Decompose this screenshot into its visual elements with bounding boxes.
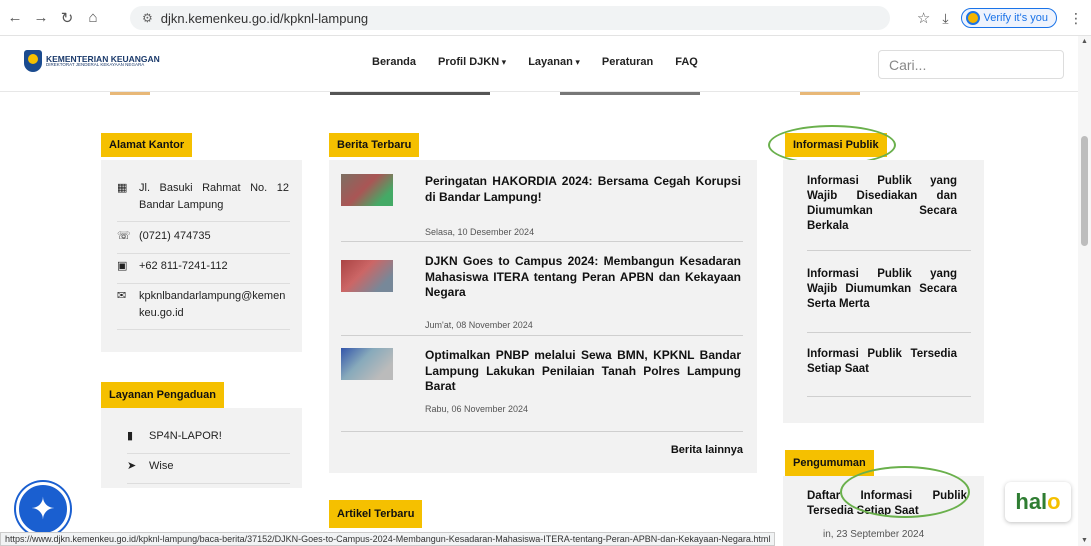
pengumuman-date: in, 23 September 2024 — [823, 529, 925, 540]
address-url: djkn.kemenkeu.go.id/kpknl-lampung — [160, 10, 369, 26]
highlight-oval — [840, 466, 970, 518]
pengaduan-panel: ▮ SP4N-LAPOR! ➤ Wise — [101, 408, 302, 488]
highlight-oval — [768, 125, 896, 165]
news-date: Jum'at, 08 November 2024 — [425, 320, 533, 330]
whatsapp-text: +62 811-7241-112 — [139, 260, 228, 272]
phone-icon: ☏ — [117, 230, 131, 242]
divider — [807, 250, 971, 251]
menu-kebab-icon[interactable]: ⋮ — [1069, 10, 1083, 27]
whatsapp-row: ▣ +62 811-7241-112 — [117, 258, 290, 284]
berita-panel: Peringatan HAKORDIA 2024: Bersama Cegah … — [329, 160, 757, 473]
scroll-down-icon[interactable]: ▼ — [1080, 537, 1089, 544]
site-logo[interactable]: KEMENTERIAN KEUANGAN DIREKTORAT JENDERAL… — [24, 50, 160, 72]
info-publik-link[interactable]: Informasi Publik yang Wajib Disediakan d… — [807, 174, 957, 234]
layanan-pengaduan-tag: Layanan Pengaduan — [101, 382, 224, 408]
phone-text: (0721) 474735 — [139, 230, 211, 242]
news-thumbnail[interactable] — [341, 348, 393, 380]
halo-label: hal — [1015, 489, 1048, 514]
forward-icon[interactable]: → — [30, 7, 52, 29]
back-icon[interactable]: ← — [4, 7, 26, 29]
berita-terbaru-tag: Berita Terbaru — [329, 133, 420, 157]
site-info-icon[interactable]: ⚙ — [142, 11, 153, 25]
link-preview-status: https://www.djkn.kemenkeu.go.id/kpknl-la… — [0, 532, 776, 546]
halo-accent: o — [1047, 489, 1061, 514]
browser-toolbar: ← → ↻ ⌂ ⚙ djkn.kemenkeu.go.id/kpknl-lamp… — [0, 0, 1091, 36]
news-item[interactable]: DJKN Goes to Campus 2024: Membangun Kesa… — [341, 252, 743, 336]
site-header: KEMENTERIAN KEUANGAN DIREKTORAT JENDERAL… — [0, 36, 1078, 92]
pengaduan-item[interactable]: ▮ SP4N-LAPOR! — [127, 428, 290, 454]
news-item[interactable]: Optimalkan PNBP melalui Sewa BMN, KPKNL … — [341, 346, 743, 432]
scroll-up-icon[interactable]: ▲ — [1080, 38, 1089, 45]
halo-djkn-chat-button[interactable]: hal o — [1005, 482, 1071, 522]
news-item[interactable]: Peringatan HAKORDIA 2024: Bersama Cegah … — [341, 174, 743, 242]
download-icon[interactable]: ⤓ — [942, 10, 948, 27]
main-nav: Beranda Profil DJKN Layanan Peraturan FA… — [372, 56, 698, 68]
kemenkeu-emblem-icon — [24, 50, 42, 72]
logo-subtitle: DIREKTORAT JENDERAL KEKAYAAN NEGARA — [46, 62, 145, 67]
divider — [807, 332, 971, 333]
scrollbar-thumb[interactable] — [1081, 136, 1088, 246]
whatsapp-icon: ▣ — [117, 260, 128, 272]
info-publik-link[interactable]: Informasi Publik yang Wajib Diumumkan Se… — [807, 267, 957, 312]
email-row: ✉ kpknlbandarlampung@kemenkeu.go.id — [117, 288, 290, 330]
divider — [807, 396, 971, 397]
search-placeholder: Cari... — [889, 56, 927, 73]
berita-lainnya-link[interactable]: Berita lainnya — [671, 444, 743, 456]
email-text[interactable]: kpknlbandarlampung@kemenkeu.go.id — [139, 288, 289, 321]
news-thumbnail[interactable] — [341, 174, 393, 206]
pengaduan-item[interactable]: ➤ Wise — [127, 458, 290, 484]
address-row: ▦ Jl. Basuki Rahmat No. 12 Bandar Lampun… — [117, 180, 290, 222]
pengaduan-label: Wise — [149, 460, 174, 472]
news-thumbnail[interactable] — [341, 260, 393, 292]
address-bar[interactable]: ⚙ djkn.kemenkeu.go.id/kpknl-lampung — [130, 6, 890, 30]
hero-banner-edge — [0, 92, 1078, 96]
bookmark-star-icon[interactable]: ☆ — [917, 9, 930, 27]
nav-beranda[interactable]: Beranda — [372, 56, 416, 68]
pengaduan-label: SP4N-LAPOR! — [149, 430, 222, 442]
nav-peraturan[interactable]: Peraturan — [602, 56, 653, 68]
accessibility-button[interactable]: ✦ — [16, 482, 70, 536]
page-scrollbar[interactable]: ▲ ▼ — [1078, 36, 1091, 546]
nav-profil-djkn[interactable]: Profil DJKN — [438, 56, 506, 68]
home-icon[interactable]: ⌂ — [82, 7, 104, 29]
alamat-panel: ▦ Jl. Basuki Rahmat No. 12 Bandar Lampun… — [101, 160, 302, 352]
search-input[interactable]: Cari... — [878, 50, 1064, 79]
phone-row: ☏ (0721) 474735 — [117, 228, 290, 254]
accessibility-person-icon: ✦ — [30, 492, 56, 526]
news-date: Rabu, 06 November 2024 — [425, 404, 529, 414]
verify-button[interactable]: Verify it's you — [960, 8, 1057, 28]
news-title[interactable]: Optimalkan PNBP melalui Sewa BMN, KPKNL … — [425, 348, 741, 395]
news-title[interactable]: DJKN Goes to Campus 2024: Membangun Kesa… — [425, 254, 741, 301]
nav-layanan[interactable]: Layanan — [528, 56, 580, 68]
info-publik-link[interactable]: Informasi Publik Tersedia Setiap Saat — [807, 347, 957, 377]
informasi-panel: Informasi Publik yang Wajib Disediakan d… — [783, 160, 984, 423]
megaphone-icon: ➤ — [127, 460, 137, 472]
alamat-kantor-tag: Alamat Kantor — [101, 133, 193, 157]
artikel-terbaru-tag: Artikel Terbaru — [329, 500, 423, 528]
news-date: Selasa, 10 Desember 2024 — [425, 227, 535, 237]
nav-faq[interactable]: FAQ — [675, 56, 698, 68]
chat-icon: ▮ — [127, 430, 134, 442]
profile-avatar-icon — [965, 11, 980, 25]
reload-icon[interactable]: ↻ — [56, 7, 78, 29]
building-icon: ▦ — [117, 182, 128, 194]
verify-label: Verify it's you — [983, 12, 1048, 24]
address-text: Jl. Basuki Rahmat No. 12 Bandar Lampung — [139, 182, 289, 211]
mail-icon: ✉ — [117, 290, 127, 302]
news-title[interactable]: Peringatan HAKORDIA 2024: Bersama Cegah … — [425, 174, 741, 205]
